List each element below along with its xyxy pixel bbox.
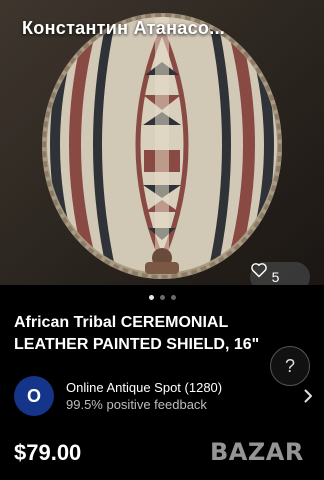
shield-photo xyxy=(0,0,324,285)
item-title-line-2: LEATHER PAINTED SHIELD, 16" xyxy=(14,336,260,353)
seller-store-title: Константин Атанасо... xyxy=(22,18,226,38)
item-price: $79.00 xyxy=(14,440,82,465)
seller-name: Online Antique Spot (1280) xyxy=(66,380,223,395)
help-label: ? xyxy=(284,355,295,376)
bazar-watermark: BAZAR xyxy=(210,438,304,466)
carousel-indicator xyxy=(0,295,324,300)
item-title-line-1: African Tribal CEREMONIAL xyxy=(14,314,229,331)
carousel-dot[interactable] xyxy=(148,295,154,300)
product-image[interactable]: Константин Атанасо... 5 xyxy=(0,0,324,285)
chevron-right-icon xyxy=(302,389,314,403)
seller-feedback: 99.5% positive feedback xyxy=(66,397,207,412)
seller-row[interactable]: O Online Antique Spot (1280) 99.5% posit… xyxy=(14,376,314,416)
carousel-dot[interactable] xyxy=(159,295,165,300)
seller-info: Online Antique Spot (1280) 99.5% positiv… xyxy=(66,379,302,413)
watch-button[interactable]: 5 xyxy=(250,262,310,285)
item-title: African Tribal CEREMONIAL LEATHER PAINTE… xyxy=(14,312,294,356)
seller-avatar: O xyxy=(14,376,54,416)
photo-count: 5 xyxy=(271,269,280,285)
carousel-dot[interactable] xyxy=(170,295,176,300)
